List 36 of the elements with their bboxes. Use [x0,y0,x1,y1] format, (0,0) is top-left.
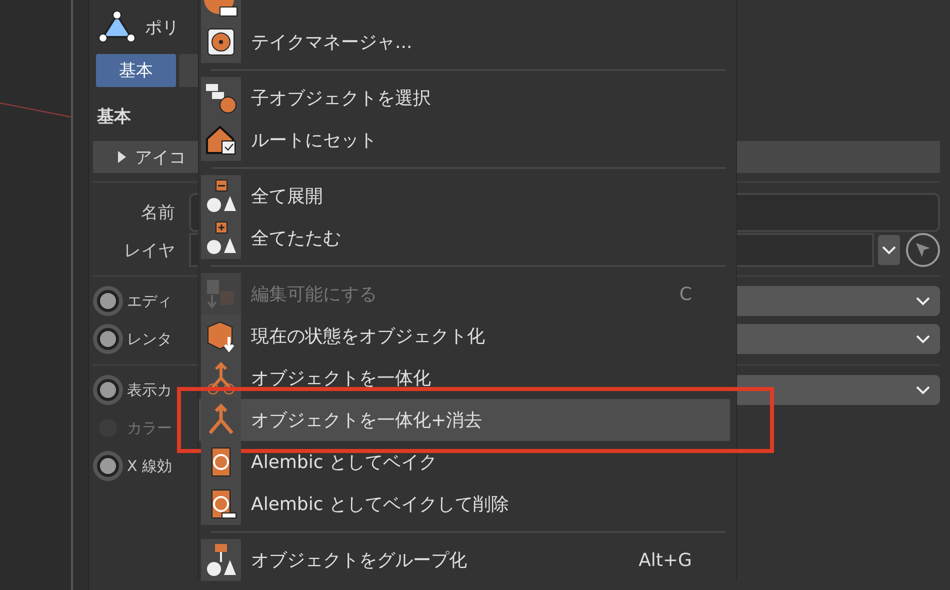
section-heading: 基本 [96,106,131,123]
chevron-down-icon [916,386,930,394]
menu-item[interactable]: オブジェクトを一体化 [199,357,730,399]
menu-item[interactable]: オブジェクトを一体化+消去 [199,399,730,441]
chevron-down-icon [916,334,930,344]
tab[interactable]: 基本 [96,54,176,87]
menu-item[interactable]: 全てたたむ [199,217,730,259]
chevron-down-icon [916,296,930,306]
guide-line [0,100,71,120]
option-label: カラー [127,418,173,438]
object-title: ポリ [145,16,179,38]
pick-button[interactable] [906,233,940,267]
field-label: 名前 [140,202,176,224]
menu-item[interactable]: Alembic としてベイク [199,441,730,483]
triangle-polygon-icon [97,10,137,44]
menu-item[interactable]: 現在の状態をオブジェクト化 [199,315,730,357]
menu-item[interactable]: Alembic としてベイクして削除 [199,483,730,525]
menu-item[interactable]: 全て展開 [199,175,730,217]
plus-shapes-icon [204,221,238,255]
accordion-label: アイコ [135,146,186,168]
menu-item[interactable]: 子オブジェクトを選択 [199,77,730,119]
layer-dropdown-button[interactable] [878,235,900,265]
option-label: エディ [127,292,173,310]
house-check-icon [204,123,238,157]
option-label: レンタ [127,330,173,348]
menu-item[interactable]: テイクマネージャ... [199,21,730,63]
hierarchy-sphere-icon [204,81,238,115]
chevron-down-icon [882,246,896,254]
menu-item[interactable]: オブジェクトをグループ化 Alt+G [199,539,730,581]
field-label: レイヤ [123,240,176,262]
option-label: X 線効 [127,456,174,476]
cursor-icon [914,241,932,259]
option-label: 表示カ [127,380,173,400]
menu-item[interactable]: ルートにセット [199,119,730,161]
minus-shapes-icon [204,179,238,213]
group-shapes-icon [204,543,238,577]
